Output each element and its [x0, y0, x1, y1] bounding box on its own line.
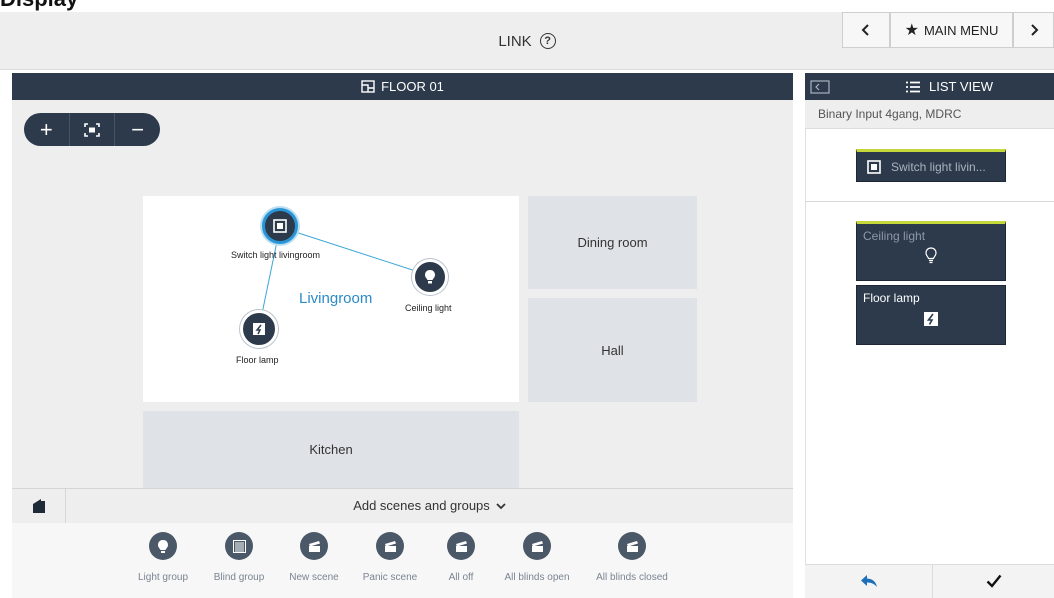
tool-new-scene[interactable]: New scene	[279, 532, 349, 583]
chevron-right-icon	[1030, 24, 1038, 36]
room-livingroom-label: Livingroom	[299, 290, 373, 307]
tool-panic-scene[interactable]: Panic scene	[355, 532, 425, 583]
back-button[interactable]	[842, 12, 890, 48]
clapper-icon	[376, 532, 404, 560]
blind-icon	[225, 532, 253, 560]
floor-header: FLOOR 01	[12, 73, 793, 100]
tool-label: Blind group	[213, 572, 265, 583]
tool-all-blinds-closed[interactable]: All blinds closed	[596, 532, 668, 583]
tool-label: All blinds open	[504, 572, 570, 583]
clapper-icon	[618, 532, 646, 560]
panel-collapse-icon	[810, 80, 830, 94]
tool-all-blinds-open[interactable]: All blinds open	[502, 532, 572, 583]
device-switch-label: Switch light livingroom	[231, 250, 321, 260]
device-floorlamp-label: Floor lamp	[236, 355, 279, 365]
tool-light-group[interactable]: Light group	[128, 532, 198, 583]
tool-all-off[interactable]: All off	[426, 532, 496, 583]
linked-card-label: Ceiling light	[863, 229, 926, 243]
star-icon: ★	[904, 22, 919, 39]
chevron-left-icon	[861, 24, 869, 36]
tool-label: New scene	[289, 572, 339, 583]
channel-label: Switch light livin...	[891, 159, 986, 174]
tool-label: Panic scene	[362, 572, 418, 583]
room-kitchen-label: Kitchen	[309, 442, 353, 457]
linked-card-label: Floor lamp	[863, 291, 920, 305]
list-divider	[805, 201, 1054, 202]
help-circle-icon[interactable]: ?	[539, 33, 556, 49]
device-floorlamp-node[interactable]	[240, 310, 278, 348]
clapper-icon	[523, 532, 551, 560]
switch-icon	[867, 159, 881, 174]
chevron-down-icon	[496, 502, 506, 509]
list-view-title-wrap[interactable]: LIST VIEW	[905, 73, 1025, 100]
list-view-body	[805, 129, 1054, 564]
check-icon	[986, 574, 1001, 588]
room-dining[interactable]: Dining room	[528, 196, 697, 289]
bulb-outline-icon	[925, 247, 937, 264]
back-action-button[interactable]	[805, 564, 933, 598]
panel-collapse-button[interactable]	[810, 80, 830, 94]
tool-label: All blinds closed	[596, 572, 668, 583]
fit-screen-icon[interactable]	[68, 113, 116, 146]
add-scenes-label: Add scenes and groups	[353, 498, 490, 513]
page-title: LINK	[498, 32, 532, 50]
zoom-controls: + −	[24, 113, 160, 146]
tool-label: Light group	[137, 572, 189, 583]
bulb-icon	[149, 532, 177, 560]
linked-card-floorlamp[interactable]: Floor lamp	[856, 285, 1006, 345]
switch-icon	[273, 219, 287, 233]
minus-icon[interactable]: −	[115, 113, 160, 146]
tool-label: All off	[448, 572, 474, 583]
tool-blind-group[interactable]: Blind group	[204, 532, 274, 583]
device-switch-node[interactable]	[262, 208, 298, 244]
clipped-page-title: Display	[0, 0, 78, 12]
channel-card-switch[interactable]: Switch light livin...	[856, 149, 1006, 182]
main-menu-label: MAIN MENU	[923, 22, 999, 38]
room-hall[interactable]: Hall	[528, 298, 697, 402]
main-menu-button[interactable]: ★ MAIN MENU	[890, 12, 1013, 48]
plus-icon[interactable]: +	[24, 113, 69, 146]
forward-button[interactable]	[1013, 12, 1054, 48]
house-icon	[32, 498, 45, 513]
dimmer-icon	[924, 312, 938, 326]
add-scenes-toggle[interactable]: Add scenes and groups	[66, 488, 793, 523]
device-ceiling-label: Ceiling light	[405, 303, 452, 313]
confirm-button[interactable]	[933, 564, 1054, 598]
device-ceiling-node[interactable]	[412, 259, 448, 295]
floor-plan-icon	[361, 80, 375, 93]
list-view-title: LIST VIEW	[929, 79, 994, 94]
dimmer-icon	[253, 323, 265, 335]
room-hall-label: Hall	[601, 342, 624, 358]
list-icon	[906, 81, 920, 92]
room-kitchen[interactable]: Kitchen	[143, 411, 519, 488]
device-name: Binary Input 4gang, MDRC	[805, 100, 1054, 129]
clapper-icon	[447, 532, 475, 560]
home-button[interactable]	[12, 488, 66, 523]
bulb-icon	[425, 270, 435, 284]
reply-arrow-icon	[860, 575, 877, 587]
room-dining-label: Dining room	[577, 235, 648, 250]
linked-card-ceiling[interactable]: Ceiling light	[856, 221, 1006, 281]
clapper-icon	[300, 532, 328, 560]
floor-title: FLOOR 01	[381, 79, 444, 94]
